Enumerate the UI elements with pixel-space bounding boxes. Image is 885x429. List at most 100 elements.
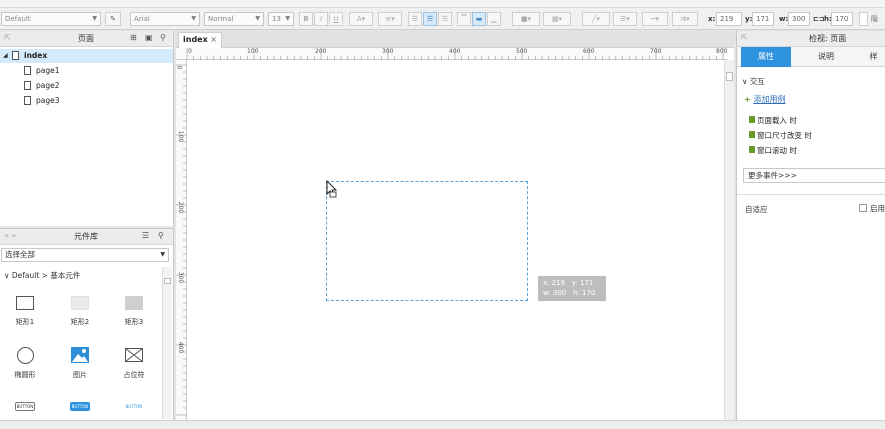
widget-primary-button[interactable]: BUTTON <box>65 402 95 411</box>
widget-label: 矩形2 <box>70 318 90 326</box>
shadow-icon[interactable]: ▦▾ <box>543 12 571 26</box>
line-width-icon[interactable]: ☰▾ <box>613 12 637 26</box>
tooltip-h: h: 170 <box>572 289 596 297</box>
font-select[interactable]: Arial ▼ <box>130 12 200 26</box>
valign-middle-icon[interactable]: ▬ <box>472 12 486 26</box>
page-item-label: page2 <box>36 81 60 90</box>
add-case-link[interactable]: + 添加用例 <box>744 94 786 105</box>
canvas-scrollbar[interactable] <box>724 60 734 420</box>
underline-button[interactable]: U <box>329 12 343 26</box>
event-page-load[interactable]: 页面载入 时 <box>749 115 797 126</box>
chevron-down-icon: ▼ <box>255 15 260 22</box>
enable-checkbox[interactable] <box>859 204 867 212</box>
event-icon <box>749 131 755 138</box>
app-window: Default ▼ ✎ Arial ▼ Normal ▼ 13 ▼ B I U A▾ ≡… <box>0 0 885 429</box>
valign-bottom-icon[interactable]: ▁ <box>487 12 501 26</box>
library-section-header[interactable]: ∨ Default > 基本元件 <box>4 270 80 281</box>
divider <box>737 194 885 195</box>
tab-label: index <box>183 35 208 44</box>
tab-style[interactable]: 样 <box>861 47 885 67</box>
event-window-resize[interactable]: 窗口尺寸改变 时 <box>749 130 812 141</box>
add-folder-icon[interactable]: ▣ <box>145 33 153 42</box>
library-scrollbar[interactable] <box>162 267 172 419</box>
tooltip-w: w: 300 <box>543 289 567 297</box>
interaction-section-label: 交互 <box>749 77 765 86</box>
hidden-checkbox[interactable] <box>859 12 868 26</box>
y-field[interactable]: 171 <box>752 12 774 26</box>
line-style-icon[interactable]: ┅▾ <box>642 12 668 26</box>
scroll-thumb[interactable] <box>726 72 733 81</box>
widget-rectangle3[interactable]: 矩形3 <box>119 296 149 327</box>
add-page-icon[interactable]: ⊞ <box>130 33 137 42</box>
ruler-h-label: 300 <box>382 48 394 55</box>
widget-image[interactable]: 图片 <box>65 347 95 380</box>
widget-ellipse[interactable]: 椭圆形 <box>10 347 40 380</box>
page-item-label: page1 <box>36 66 60 75</box>
library-panel-title: 元件库 <box>74 232 98 241</box>
rectangle-icon <box>16 296 34 310</box>
arrow-style-icon[interactable]: ⇉▾ <box>672 12 698 26</box>
widget-rectangle2[interactable]: 矩形2 <box>65 296 95 327</box>
toolbar: Default ▼ ✎ Arial ▼ Normal ▼ 13 ▼ B I U A▾ ≡… <box>0 8 885 30</box>
bold-button[interactable]: B <box>299 12 313 26</box>
page-item-page2[interactable]: page2 <box>0 79 173 93</box>
widget-button[interactable]: BUTTON <box>10 402 40 411</box>
scroll-thumb[interactable] <box>164 278 171 284</box>
tooltip-x: x: 219 <box>543 279 566 287</box>
fill-color-icon[interactable]: ■▾ <box>512 12 540 26</box>
x-field[interactable]: 219 <box>716 12 742 26</box>
interaction-section-header[interactable]: ∨ 交互 <box>742 76 765 87</box>
page-item-page3[interactable]: page3 <box>0 94 173 108</box>
align-center-icon[interactable]: ☰ <box>423 12 437 26</box>
search-icon[interactable]: ⚲ <box>160 33 166 42</box>
widget-link-button[interactable]: BUTTON <box>119 402 149 411</box>
selection-rectangle[interactable] <box>326 181 528 301</box>
font-size-select[interactable]: 13 ▼ <box>268 12 294 26</box>
pages-panel-header: ⇱ 页面 ⊞ ▣ ⚲ <box>0 31 173 47</box>
chevron-down-icon: ▼ <box>191 15 196 22</box>
page-item-page1[interactable]: page1 <box>0 64 173 78</box>
font-weight-select[interactable]: Normal ▼ <box>204 12 264 26</box>
align-right-icon[interactable]: ☰ <box>438 12 452 26</box>
italic-button[interactable]: I <box>314 12 328 26</box>
line-color-icon[interactable]: ╱▾ <box>582 12 610 26</box>
menu-icon[interactable]: ☰ <box>142 231 149 240</box>
more-events-select[interactable]: 更多事件>>> <box>743 168 885 183</box>
library-select[interactable]: 选择全部 ▼ <box>1 248 169 262</box>
h-field[interactable]: 170 <box>831 12 853 26</box>
tree-expand-icon[interactable]: ◢ <box>3 49 8 63</box>
event-window-scroll[interactable]: 窗口滚动 时 <box>749 145 797 156</box>
w-field[interactable]: 300 <box>788 12 810 26</box>
page-item-index[interactable]: ◢ index <box>0 49 173 63</box>
align-left-icon[interactable]: ☰ <box>408 12 422 26</box>
style-select[interactable]: Default ▼ <box>1 12 101 26</box>
page-item-label: index <box>24 51 48 60</box>
bullet-list-icon[interactable]: ≡▾ <box>378 12 402 26</box>
ruler-h-label: 400 <box>449 48 461 55</box>
tab-index[interactable]: index × <box>178 32 222 48</box>
chevron-down-icon: ▼ <box>92 15 97 22</box>
search-icon[interactable]: ⚲ <box>158 231 164 240</box>
page-icon <box>24 66 31 75</box>
tab-properties[interactable]: 属性 <box>741 47 791 67</box>
ruler-horizontal[interactable]: 0 100 200 300 400 500 600 700 800 <box>176 48 728 60</box>
close-icon[interactable]: × <box>210 33 217 47</box>
format-painter-icon[interactable]: ✎ <box>105 12 121 26</box>
widget-placeholder[interactable]: 占位符 <box>119 347 149 380</box>
font-color-icon[interactable]: A▾ <box>349 12 373 26</box>
event-icon <box>749 146 755 153</box>
collapse-icon[interactable]: « » <box>4 231 16 240</box>
ellipse-icon <box>16 347 34 364</box>
ruler-h-label: 0 <box>188 48 192 55</box>
lock-ratio-icon[interactable]: ⊏⊐ <box>813 13 825 25</box>
tab-notes[interactable]: 说明 <box>801 47 851 67</box>
collapse-icon[interactable]: ⇱ <box>741 33 748 42</box>
hidden-label: 隐 <box>871 15 878 23</box>
valign-top-icon[interactable]: ▔ <box>457 12 471 26</box>
widget-rectangle1[interactable]: 矩形1 <box>10 296 40 327</box>
ruler-vertical[interactable]: 0 100 200 300 400 <box>175 60 187 420</box>
chevron-down-icon: ▼ <box>285 15 290 22</box>
page-icon <box>24 96 31 105</box>
collapse-icon[interactable]: ⇱ <box>4 33 11 42</box>
page-icon <box>24 81 31 90</box>
